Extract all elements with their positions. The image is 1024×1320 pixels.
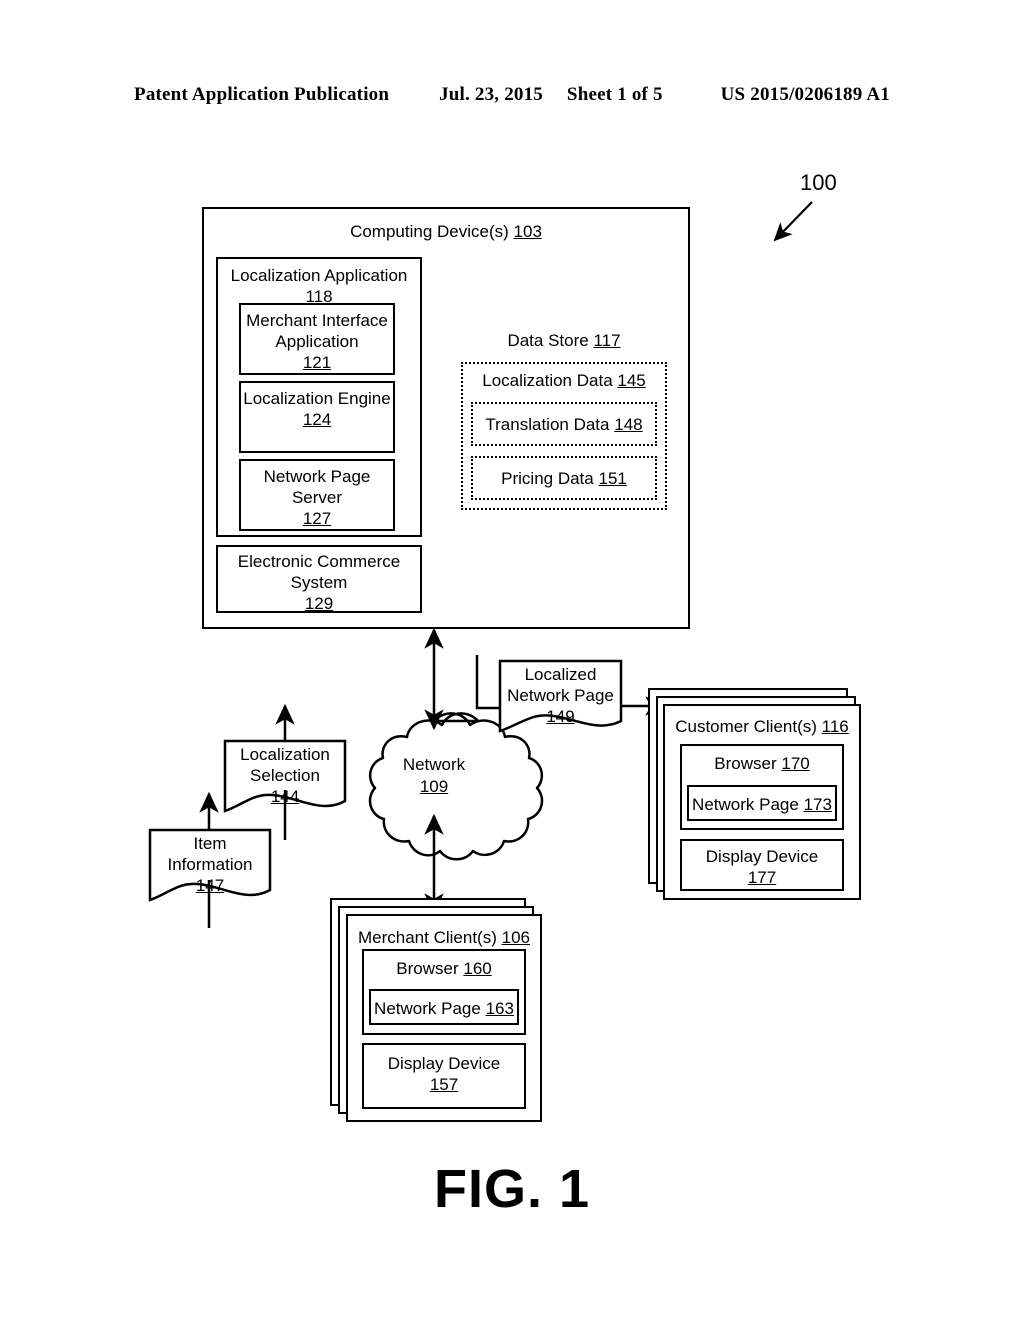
merchant-interface-application-box: Merchant Interface Application 121 bbox=[239, 303, 395, 375]
pricing-data-label: Pricing Data 151 bbox=[501, 469, 627, 488]
item-information-label: Item Information 147 bbox=[167, 834, 253, 895]
header-date: Jul. 23, 2015 bbox=[439, 84, 544, 105]
localized-network-page-label: Localized Network Page 149 bbox=[507, 665, 614, 726]
system-ref-arrow bbox=[773, 201, 813, 242]
merchant-display-device-box: Display Device 157 bbox=[362, 1043, 526, 1109]
diagram-vector-layer bbox=[148, 201, 813, 928]
header-publication: Patent Application Publication bbox=[134, 84, 390, 105]
merchant-network-page-box: Network Page 163 bbox=[369, 989, 519, 1025]
merchant-network-page-label: Network Page 163 bbox=[374, 999, 514, 1018]
network-label: Network 109 bbox=[402, 755, 466, 796]
merchant-client-label: Merchant Client(s) 106 bbox=[358, 928, 530, 947]
network-page-server-box: Network Page Server 127 bbox=[239, 459, 395, 531]
page-header: Patent Application Publication Jul. 23, … bbox=[0, 84, 1024, 106]
localization-selection-label: Localization Selection 144 bbox=[240, 745, 330, 806]
figure-caption: FIG. 1 bbox=[433, 1159, 591, 1219]
localization-engine-label: Localization Engine 124 bbox=[243, 389, 391, 429]
customer-network-page-label: Network Page 173 bbox=[692, 795, 832, 814]
electronic-commerce-system-label: Electronic Commerce System 129 bbox=[237, 552, 401, 613]
merchant-browser-label: Browser 160 bbox=[396, 959, 492, 978]
computing-device-label: Computing Device(s) 103 bbox=[350, 222, 542, 241]
data-store-label: Data Store 117 bbox=[507, 331, 621, 350]
network-page-server-label: Network Page Server 127 bbox=[263, 467, 371, 528]
system-reference-numeral: 100 bbox=[800, 170, 837, 195]
pricing-data-box: Pricing Data 151 bbox=[471, 456, 657, 500]
localization-data-label: Localization Data 145 bbox=[482, 371, 646, 390]
merchant-interface-application-label: Merchant Interface Application 121 bbox=[246, 311, 388, 372]
translation-data-box: Translation Data 148 bbox=[471, 402, 657, 446]
customer-client-label: Customer Client(s) 116 bbox=[675, 717, 849, 736]
customer-browser-label: Browser 170 bbox=[714, 754, 810, 773]
header-patent-number: US 2015/0206189 A1 bbox=[720, 84, 890, 105]
header-sheet: Sheet 1 of 5 bbox=[566, 84, 663, 105]
localization-engine-box: Localization Engine 124 bbox=[239, 381, 395, 453]
customer-network-page-box: Network Page 173 bbox=[687, 785, 837, 821]
translation-data-label: Translation Data 148 bbox=[485, 415, 643, 434]
customer-display-device-box: Display Device 177 bbox=[680, 839, 844, 891]
localization-application-label: Localization Application 118 bbox=[230, 266, 408, 306]
merchant-display-device-label: Display Device 157 bbox=[387, 1054, 501, 1094]
customer-display-device-label: Display Device 177 bbox=[705, 847, 819, 887]
electronic-commerce-system-box: Electronic Commerce System 129 bbox=[216, 545, 422, 613]
